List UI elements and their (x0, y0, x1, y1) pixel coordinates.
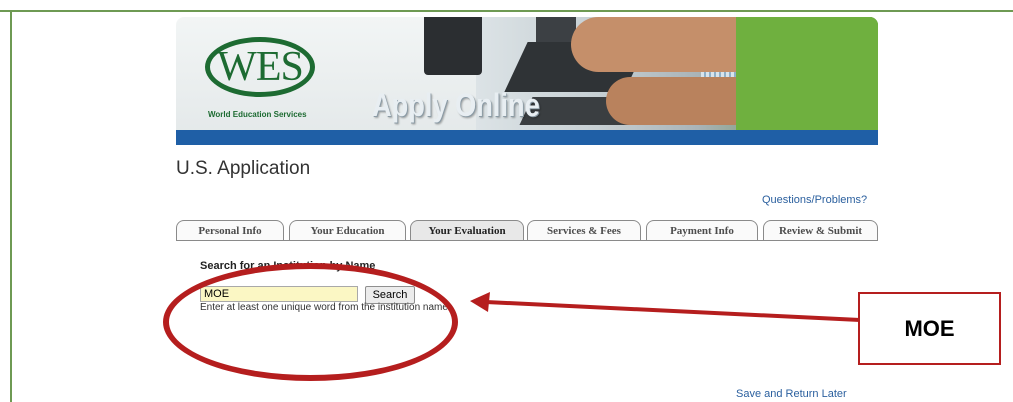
tab-review-submit[interactable]: Review & Submit (763, 220, 878, 240)
tab-services-fees[interactable]: Services & Fees (527, 220, 641, 240)
frame-left-border (10, 10, 12, 402)
tab-divider (176, 240, 878, 241)
tab-your-education[interactable]: Your Education (289, 220, 406, 240)
annotation-ellipse (163, 263, 458, 381)
tab-bar: Personal Info Your Education Your Evalua… (176, 220, 878, 242)
tab-payment-info[interactable]: Payment Info (646, 220, 758, 240)
hand-image (571, 17, 751, 72)
banner-blue-bar (176, 130, 878, 145)
tab-your-evaluation[interactable]: Your Evaluation (410, 220, 524, 240)
wes-logo: WES (205, 37, 315, 97)
sleeve-image (736, 17, 878, 130)
logo-subtitle: World Education Services (208, 110, 307, 119)
monitor-image (424, 17, 482, 75)
logo-text: WES (217, 44, 304, 90)
banner-title: Apply Online (372, 87, 540, 123)
tab-personal-info[interactable]: Personal Info (176, 220, 284, 240)
help-link[interactable]: Questions/Problems? (762, 194, 867, 206)
annotation-callout: MOE (858, 292, 1001, 365)
header-banner: WES World Education Services Apply Onlin… (176, 17, 878, 145)
frame-top-border (0, 10, 1013, 12)
page-title: U.S. Application (176, 158, 311, 179)
annotation-arrow-icon (470, 292, 861, 322)
save-and-return-link[interactable]: Save and Return Later (736, 388, 847, 400)
